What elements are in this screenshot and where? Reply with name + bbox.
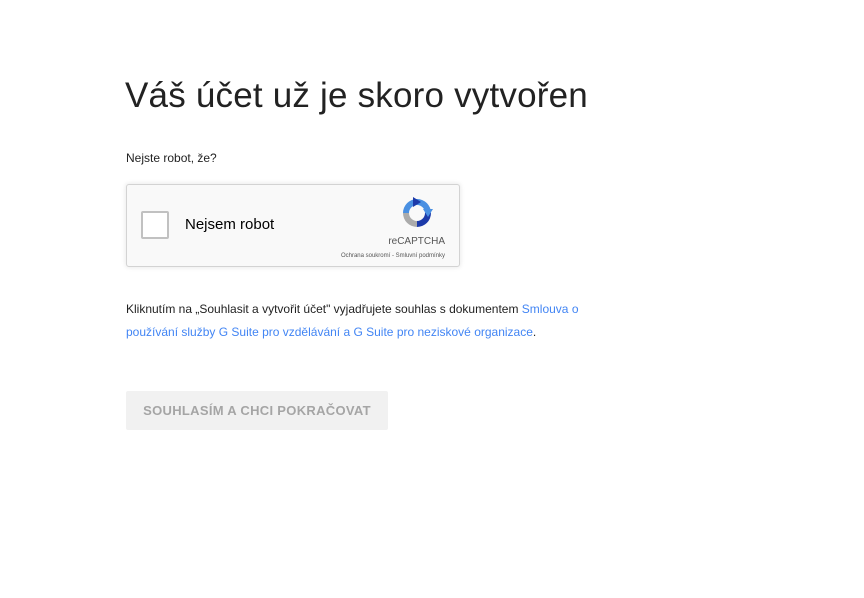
recaptcha-logo-icon [403, 197, 433, 227]
page-title: Váš účet už je skoro vytvořen [125, 76, 588, 115]
recaptcha-checkbox-label: Nejsem robot [185, 216, 275, 233]
recaptcha-brand: reCAPTCHA [388, 236, 445, 247]
consent-text: Kliknutím na „Souhlasit a vytvořit účet"… [126, 298, 616, 344]
agree-continue-button[interactable]: SOUHLASÍM A CHCI POKRAČOVAT [126, 391, 388, 430]
recaptcha-legal-links[interactable]: Ochrana soukromí - Smluvní podmínky [341, 253, 445, 259]
consent-text-after: . [532, 325, 537, 339]
recaptcha-widget: Nejsem robot reCAPTCHA Ochrana soukromí … [126, 184, 460, 267]
consent-text-before: Kliknutím na „Souhlasit a vytvořit účet"… [126, 302, 519, 316]
robot-question: Nejste robot, že? [126, 151, 217, 165]
recaptcha-checkbox[interactable] [141, 211, 169, 239]
